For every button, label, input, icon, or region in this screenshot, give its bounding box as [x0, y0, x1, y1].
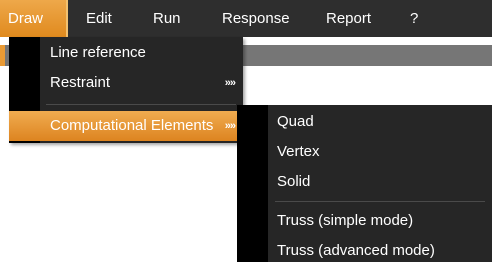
submenu-item-truss-simple[interactable]: Truss (simple mode)	[268, 206, 492, 236]
menu-item-computational-elements[interactable]: Computational Elements »»	[9, 111, 243, 141]
menu-item-line-reference[interactable]: Line reference	[40, 38, 243, 68]
menu-draw-label: Draw	[8, 10, 44, 27]
toolbar-accent	[0, 45, 5, 66]
menu-help[interactable]: ?	[410, 0, 418, 37]
submenu-item-label: Truss (simple mode)	[277, 212, 414, 229]
menu-report[interactable]: Report	[326, 0, 371, 37]
menu-report-label: Report	[326, 10, 372, 27]
submenu-arrow-icon: »»	[224, 77, 236, 89]
menu-separator	[46, 104, 236, 105]
computational-elements-submenu: Quad Vertex Solid Truss (simple mode) Tr…	[237, 105, 492, 262]
submenu-item-solid[interactable]: Solid	[268, 167, 492, 197]
submenu-item-label: Solid	[277, 173, 311, 190]
menu-run[interactable]: Run	[153, 0, 181, 37]
menu-draw[interactable]: Draw	[0, 0, 68, 37]
menu-response[interactable]: Response	[222, 0, 290, 37]
submenu-separator	[275, 201, 485, 202]
menu-response-label: Response	[222, 10, 290, 27]
submenu-item-quad[interactable]: Quad	[268, 107, 492, 137]
menu-edit[interactable]: Edit	[86, 0, 112, 37]
draw-dropdown-menu: Line reference Restraint »» Computationa…	[9, 37, 243, 143]
submenu-arrow-icon: »»	[224, 120, 236, 132]
submenu-item-vertex[interactable]: Vertex	[268, 137, 492, 167]
menu-help-label: ?	[410, 10, 419, 27]
menu-item-label: Computational Elements	[50, 117, 214, 134]
menu-item-label: Line reference	[50, 44, 146, 61]
menu-item-restraint[interactable]: Restraint »»	[40, 68, 243, 98]
submenu-item-label: Vertex	[277, 143, 320, 160]
submenu-icon-gutter	[237, 105, 268, 262]
menu-run-label: Run	[153, 10, 181, 27]
menu-item-label: Restraint	[50, 74, 111, 91]
menu-bar: Draw Edit Run Response Report ?	[0, 0, 492, 37]
menu-edit-label: Edit	[86, 10, 112, 27]
submenu-item-label: Quad	[277, 113, 314, 130]
